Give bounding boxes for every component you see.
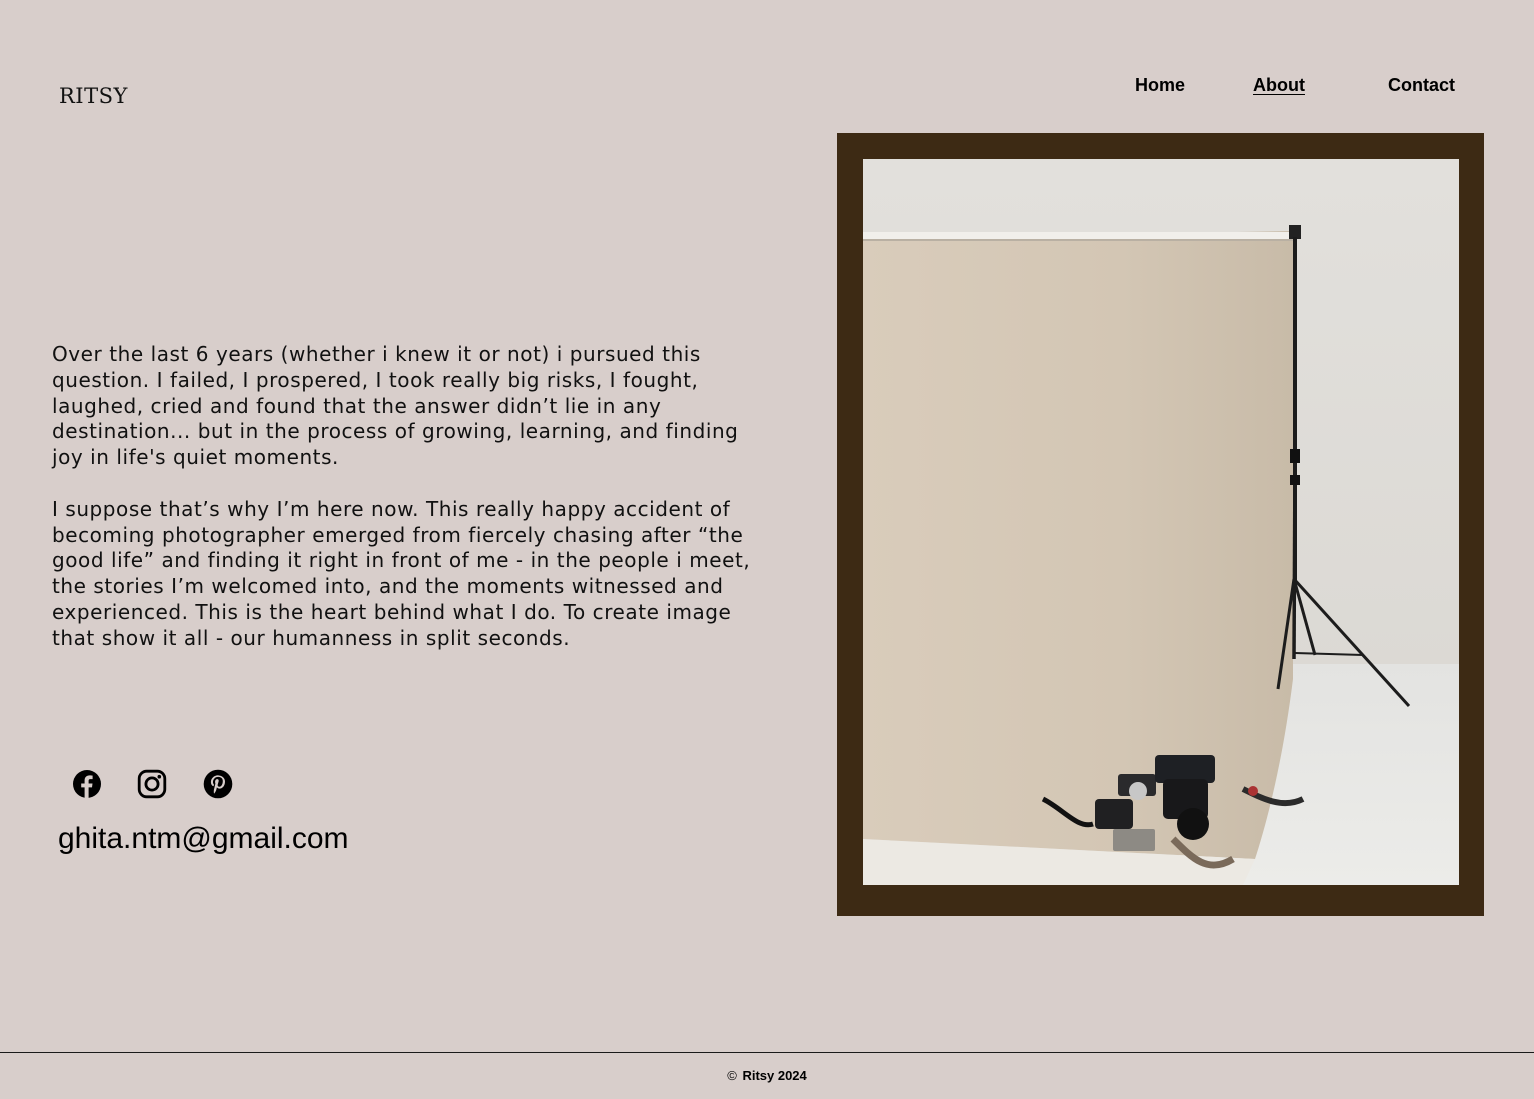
facebook-icon[interactable] [72,769,102,799]
photo-frame [837,133,1484,916]
bio-paragraph: Over the last 6 years (whether i knew it… [52,342,739,470]
instagram-icon[interactable] [137,769,167,799]
footer-divider [0,1052,1534,1053]
studio-photo [863,159,1459,885]
nav-home-link[interactable]: Home [1135,75,1185,96]
nav-about-link[interactable]: About [1253,75,1305,96]
copyright-icon: © [727,1068,737,1083]
footer: © Ritsy 2024 [0,1068,1534,1083]
main-nav: Home About Contact [0,75,1534,99]
studio-backdrop-image [863,159,1459,885]
bio-text: Over the last 6 years (whether i knew it… [52,342,767,677]
nav-contact-link[interactable]: Contact [1388,75,1455,96]
pinterest-icon[interactable] [203,769,233,799]
about-page: RITSY Home About Contact Over the last 6… [0,0,1534,1099]
footer-text: Ritsy 2024 [742,1068,807,1083]
email-link[interactable]: ghita.ntm@gmail.com [58,822,349,856]
bio-paragraph: I suppose that’s why I’m here now. This … [52,496,751,650]
